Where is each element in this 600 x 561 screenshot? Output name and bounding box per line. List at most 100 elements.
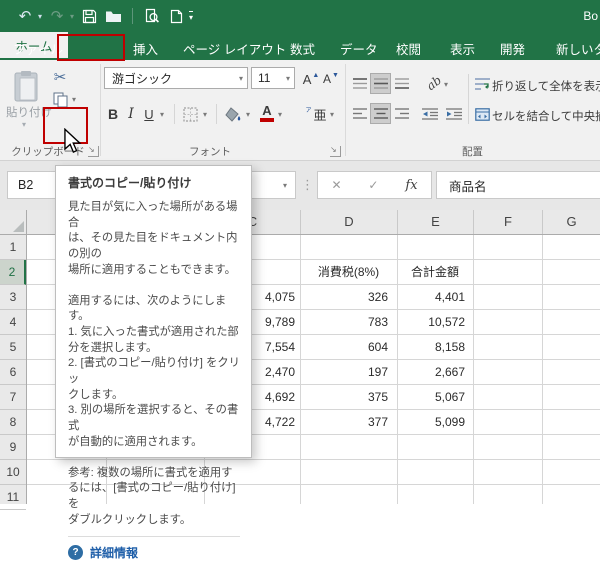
tab-insert[interactable]: 挿入 <box>133 39 158 58</box>
open-folder-icon[interactable] <box>104 4 122 28</box>
align-top-button[interactable] <box>350 74 369 93</box>
font-size-combo[interactable]: 11 ▾ <box>251 67 295 89</box>
font-color-icon[interactable]: A <box>258 103 276 118</box>
name-box-dropdown-icon[interactable]: ▾ <box>283 181 287 190</box>
font-group-label: フォント <box>160 144 260 159</box>
cell-d2[interactable]: 消費税(8%) <box>300 260 397 285</box>
row-header-9[interactable]: 9 <box>0 435 26 460</box>
row-header-2[interactable]: 2 <box>0 260 26 285</box>
merge-center-icon[interactable] <box>474 106 490 122</box>
clipboard-dialog-launcher-icon[interactable]: ↘ <box>88 146 99 157</box>
font-size-value: 11 <box>258 71 270 85</box>
select-all-corner[interactable] <box>0 210 27 235</box>
tab-data[interactable]: データ <box>340 39 378 58</box>
phonetic-guide-button[interactable]: ア亜 <box>306 104 326 124</box>
col-header-f[interactable]: F <box>474 210 542 234</box>
col-header-g[interactable]: G <box>543 210 600 234</box>
tab-developer[interactable]: 開発 <box>500 39 525 58</box>
font-dialog-launcher-icon[interactable]: ↘ <box>330 146 341 157</box>
row-header-10[interactable]: 10 <box>0 460 26 485</box>
redo-dropdown-icon[interactable]: ▾ <box>70 12 74 21</box>
save-icon[interactable] <box>80 4 98 28</box>
bold-button[interactable]: B <box>104 104 122 124</box>
col-header-d[interactable]: D <box>301 210 397 234</box>
tab-page-layout[interactable]: ページ レイアウト <box>183 39 286 58</box>
cell-e7[interactable]: 5,067 <box>397 385 470 410</box>
new-document-icon[interactable] <box>167 4 185 28</box>
merge-center-button[interactable]: セルを結合して中央揃 <box>492 108 600 124</box>
grow-font-label: A <box>303 72 312 87</box>
format-painter-tooltip: 書式のコピー/貼り付け 見た目が気に入った場所がある場合 は、その見た目をドキュ… <box>55 165 252 458</box>
cell-e2[interactable]: 合計金額 <box>397 260 473 285</box>
shrink-font-button[interactable]: A▼ <box>322 70 340 88</box>
undo-dropdown-icon[interactable]: ▾ <box>38 12 42 21</box>
fill-color-dropdown-icon[interactable]: ▾ <box>246 110 250 119</box>
row-header-8[interactable]: 8 <box>0 410 26 435</box>
paste-button[interactable] <box>10 68 42 106</box>
underline-dropdown-icon[interactable]: ▾ <box>160 110 164 119</box>
cancel-icon[interactable]: ✕ <box>331 178 341 192</box>
enter-icon[interactable]: ✓ <box>368 178 378 192</box>
insert-function-icon[interactable]: fx <box>405 178 417 193</box>
redo-icon[interactable]: ↷ <box>48 4 66 28</box>
font-name-dropdown-icon[interactable]: ▾ <box>235 74 247 83</box>
font-size-dropdown-icon[interactable]: ▾ <box>282 74 294 83</box>
row-header-7[interactable]: 7 <box>0 385 26 410</box>
font-color-dropdown-icon[interactable]: ▾ <box>278 110 282 119</box>
row-header-6[interactable]: 6 <box>0 360 26 385</box>
cell-d4[interactable]: 783 <box>300 310 393 335</box>
cell-d6[interactable]: 197 <box>300 360 393 385</box>
mouse-cursor <box>62 128 84 154</box>
align-left-button[interactable] <box>350 104 369 123</box>
row-header-5[interactable]: 5 <box>0 335 26 360</box>
tell-me-more-link[interactable]: 詳細情報 <box>90 544 138 561</box>
tab-review[interactable]: 校閲 <box>396 39 421 58</box>
formula-bar-grip-icon[interactable]: ⋮ <box>301 177 314 193</box>
tab-formulas[interactable]: 数式 <box>290 39 315 58</box>
decrease-indent-icon[interactable] <box>420 104 440 123</box>
font-name-combo[interactable]: 游ゴシック ▾ <box>104 67 248 89</box>
col-header-e[interactable]: E <box>398 210 473 234</box>
cell-e8[interactable]: 5,099 <box>397 410 470 435</box>
formula-input[interactable]: 商品名 <box>436 171 600 199</box>
orientation-dropdown-icon[interactable]: ▾ <box>444 80 448 89</box>
copy-icon[interactable] <box>52 91 68 107</box>
cell-e3[interactable]: 4,401 <box>397 285 470 310</box>
align-middle-button[interactable] <box>371 74 390 93</box>
tab-file[interactable]: ファイル <box>13 39 63 58</box>
underline-button[interactable]: U <box>141 104 157 124</box>
row-header-4[interactable]: 4 <box>0 310 26 335</box>
cut-icon[interactable]: ✂ <box>50 68 70 86</box>
grow-font-button[interactable]: A▲ <box>302 70 320 88</box>
cell-d7[interactable]: 375 <box>300 385 393 410</box>
cell-d5[interactable]: 604 <box>300 335 393 360</box>
row-header-1[interactable]: 1 <box>0 235 26 260</box>
borders-dropdown-icon[interactable]: ▾ <box>203 110 207 119</box>
row-header-3[interactable]: 3 <box>0 285 26 310</box>
wrap-text-button[interactable]: 折り返して全体を表示 <box>492 78 600 94</box>
qat-customize-icon[interactable]: ▾ <box>189 11 193 22</box>
row-headers: 1 2 3 4 5 6 7 8 9 10 11 <box>0 235 27 504</box>
italic-button[interactable]: I <box>124 104 138 124</box>
phonetic-dropdown-icon[interactable]: ▾ <box>330 110 334 119</box>
row-header-11[interactable]: 11 <box>0 485 26 510</box>
print-preview-icon[interactable] <box>143 4 161 28</box>
tab-view[interactable]: 表示 <box>450 39 475 58</box>
wrap-text-icon[interactable] <box>474 76 490 92</box>
cell-d3[interactable]: 326 <box>300 285 393 310</box>
undo-icon[interactable]: ↶ <box>16 4 34 28</box>
fill-color-icon[interactable] <box>224 105 244 124</box>
align-center-button[interactable] <box>371 104 390 123</box>
cell-e5[interactable]: 8,158 <box>397 335 470 360</box>
font-color-bar <box>260 118 274 122</box>
cell-e6[interactable]: 2,667 <box>397 360 470 385</box>
increase-indent-icon[interactable] <box>444 104 464 123</box>
cell-d8[interactable]: 377 <box>300 410 393 435</box>
cell-e4[interactable]: 10,572 <box>397 310 470 335</box>
align-bottom-button[interactable] <box>392 74 411 93</box>
align-right-button[interactable] <box>392 104 411 123</box>
paste-dropdown-icon[interactable]: ▾ <box>22 120 26 129</box>
copy-dropdown-icon[interactable]: ▾ <box>72 95 76 104</box>
tab-new-tab[interactable]: 新しいタブ <box>556 39 600 58</box>
borders-icon[interactable] <box>182 106 199 123</box>
